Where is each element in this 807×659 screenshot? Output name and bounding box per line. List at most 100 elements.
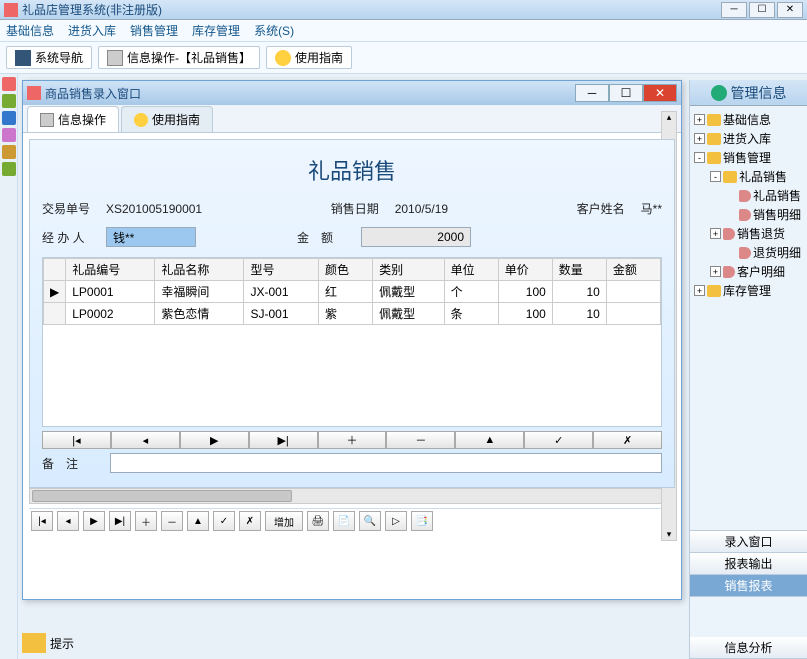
tree-node[interactable]: 退货明细 xyxy=(692,243,805,262)
table-row[interactable]: ▶LP0001幸福瞬间JX-001红佩戴型个10010 xyxy=(44,281,661,303)
tree-node[interactable]: 礼品销售 xyxy=(692,186,805,205)
cell[interactable]: 10 xyxy=(552,281,606,303)
column-header[interactable]: 类别 xyxy=(373,259,445,281)
record-nav-button[interactable]: ▲ xyxy=(455,431,524,449)
cell[interactable]: 幸福瞬间 xyxy=(155,281,244,303)
tree-node[interactable]: +库存管理 xyxy=(692,281,805,300)
record-nav-button[interactable]: ✗ xyxy=(593,431,662,449)
cell[interactable]: 条 xyxy=(444,303,498,325)
cell[interactable]: 佩戴型 xyxy=(373,303,445,325)
entry-section-button[interactable]: 录入窗口 xyxy=(690,531,807,553)
column-header[interactable]: 礼品编号 xyxy=(66,259,155,281)
menu-inventory[interactable]: 库存管理 xyxy=(192,22,240,39)
cell[interactable] xyxy=(606,303,660,325)
cell[interactable]: JX-001 xyxy=(244,281,319,303)
child-close-button[interactable]: ✕ xyxy=(643,84,677,102)
help-button[interactable]: 使用指南 xyxy=(266,46,352,69)
column-header[interactable]: 金额 xyxy=(606,259,660,281)
cell[interactable]: LP0002 xyxy=(66,303,155,325)
record-nav-button[interactable]: |◂ xyxy=(42,431,111,449)
column-header[interactable]: 数量 xyxy=(552,259,606,281)
column-header[interactable]: 单价 xyxy=(498,259,552,281)
cell[interactable]: SJ-001 xyxy=(244,303,319,325)
expand-icon[interactable]: + xyxy=(694,114,705,125)
cell[interactable]: 紫色恋情 xyxy=(155,303,244,325)
sale-report-button[interactable]: 销售报表 xyxy=(690,575,807,597)
menu-sales[interactable]: 销售管理 xyxy=(130,22,178,39)
record-nav-button[interactable]: ▶| xyxy=(249,431,318,449)
add-button[interactable]: 增加 xyxy=(265,511,303,531)
tree-node[interactable]: +进货入库 xyxy=(692,129,805,148)
analysis-section-button[interactable]: 信息分析 xyxy=(690,637,807,659)
bottom-nav-button[interactable]: ＋ xyxy=(135,511,157,531)
bottom-nav-button[interactable]: ✗ xyxy=(239,511,261,531)
tree-node[interactable]: 销售明细 xyxy=(692,205,805,224)
expand-icon[interactable]: + xyxy=(710,266,721,277)
tree-node[interactable]: - 销售管理 xyxy=(692,148,805,167)
cell[interactable]: 佩戴型 xyxy=(373,281,445,303)
child-minimize-button[interactable]: ─ xyxy=(575,84,609,102)
maximize-button[interactable]: ☐ xyxy=(749,2,775,18)
cell[interactable]: 100 xyxy=(498,281,552,303)
expand-icon[interactable]: + xyxy=(710,228,721,239)
amount-input[interactable]: 2000 xyxy=(361,227,471,247)
menu-basic[interactable]: 基础信息 xyxy=(6,22,54,39)
menu-system[interactable]: 系统(S) xyxy=(254,22,294,39)
tree-node[interactable]: +基础信息 xyxy=(692,110,805,129)
bottom-nav-button[interactable]: |◂ xyxy=(31,511,53,531)
table-row[interactable]: LP0002紫色恋情SJ-001紫佩戴型条10010 xyxy=(44,303,661,325)
cell[interactable]: LP0001 xyxy=(66,281,155,303)
tree-node[interactable]: +销售退货 xyxy=(692,224,805,243)
cell[interactable]: 个 xyxy=(444,281,498,303)
tree-label: 销售管理 xyxy=(723,149,771,166)
record-nav-button[interactable]: ▶ xyxy=(180,431,249,449)
cell[interactable]: 红 xyxy=(319,281,373,303)
cell[interactable] xyxy=(606,281,660,303)
cell[interactable]: 紫 xyxy=(319,303,373,325)
report-section-button[interactable]: 报表输出 xyxy=(690,553,807,575)
expand-icon[interactable]: + xyxy=(694,133,705,144)
record-nav-button[interactable]: ◂ xyxy=(111,431,180,449)
child-maximize-button[interactable]: ☐ xyxy=(609,84,643,102)
cell[interactable]: 10 xyxy=(552,303,606,325)
tab-info[interactable]: 信息操作 xyxy=(27,106,119,132)
info-button[interactable]: 信息操作-【礼品销售】 xyxy=(98,46,260,69)
minimize-button[interactable]: ─ xyxy=(721,2,747,18)
bottom-nav-button[interactable]: ✓ xyxy=(213,511,235,531)
print-icon[interactable]: 🖨 xyxy=(307,511,329,531)
close-button[interactable]: ✕ xyxy=(777,2,803,18)
tree-node[interactable]: -礼品销售 xyxy=(692,167,805,186)
bottom-nav-button[interactable]: － xyxy=(161,511,183,531)
page-icon[interactable]: 📄 xyxy=(333,511,355,531)
cell[interactable]: 100 xyxy=(498,303,552,325)
strip-icon xyxy=(2,128,16,142)
expand-icon[interactable]: + xyxy=(694,285,705,296)
record-nav-button[interactable]: － xyxy=(386,431,455,449)
play-icon[interactable]: ▷ xyxy=(385,511,407,531)
scroll-thumb[interactable] xyxy=(32,490,292,502)
column-header[interactable]: 单位 xyxy=(444,259,498,281)
record-nav-button[interactable]: ＋ xyxy=(318,431,387,449)
menu-stockin[interactable]: 进货入库 xyxy=(68,22,116,39)
bottom-nav-button[interactable]: ▲ xyxy=(187,511,209,531)
bottom-nav-button[interactable]: ▶| xyxy=(109,511,131,531)
globe-icon xyxy=(711,85,727,101)
column-header[interactable]: 型号 xyxy=(244,259,319,281)
horizontal-scrollbar[interactable]: ▸ xyxy=(29,488,675,504)
tip-label: 提示 xyxy=(50,635,74,652)
column-header[interactable]: 礼品名称 xyxy=(155,259,244,281)
tree-node[interactable]: +客户明细 xyxy=(692,262,805,281)
column-header[interactable]: 颜色 xyxy=(319,259,373,281)
bottom-nav-button[interactable]: ◂ xyxy=(57,511,79,531)
tab-help[interactable]: 使用指南 xyxy=(121,106,213,132)
bottom-nav-button[interactable]: ▶ xyxy=(83,511,105,531)
doc-icon[interactable]: 📑 xyxy=(411,511,433,531)
tree-label: 退货明细 xyxy=(753,244,801,261)
nav-button[interactable]: 系统导航 xyxy=(6,46,92,69)
expand-icon[interactable]: - xyxy=(694,152,705,163)
operator-input[interactable]: 钱** xyxy=(106,227,196,247)
expand-icon[interactable]: - xyxy=(710,171,721,182)
search-icon[interactable]: 🔍 xyxy=(359,511,381,531)
remark-input[interactable] xyxy=(110,453,662,473)
record-nav-button[interactable]: ✓ xyxy=(524,431,593,449)
